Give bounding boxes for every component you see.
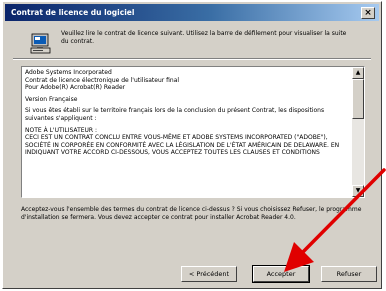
license-paragraph: Adobe Systems Incorporated Contrat de li… (25, 69, 180, 92)
previous-button[interactable]: < Précédent (181, 266, 237, 282)
acceptance-question: Acceptez-vous l'ensemble des termes du c… (21, 206, 362, 221)
scroll-up-icon[interactable]: ▲ (352, 67, 364, 79)
close-button[interactable]: × (361, 7, 375, 19)
header-separator (13, 58, 371, 60)
refuse-button[interactable]: Refuser (321, 266, 377, 282)
title-bar: Contrat de licence du logiciel × (5, 4, 379, 21)
license-scrollbar[interactable]: ▲ ▼ (352, 67, 364, 197)
accept-button[interactable]: Accepter (252, 265, 310, 283)
window-title: Contrat de licence du logiciel (11, 8, 135, 17)
license-paragraph: Si vous êtes établi sur le territoire fr… (25, 107, 325, 122)
license-paragraph: Version Française (25, 95, 78, 103)
scroll-thumb[interactable] (352, 79, 364, 119)
scroll-down-icon[interactable]: ▼ (352, 185, 364, 197)
license-text-area[interactable]: Adobe Systems Incorporated Contrat de li… (21, 66, 365, 198)
computer-setup-icon (30, 33, 51, 54)
license-text: Adobe Systems Incorporated Contrat de li… (25, 69, 348, 161)
license-dialog: Contrat de licence du logiciel × Veuille… (2, 1, 382, 289)
instruction-text: Veuillez lire le contrat de licence suiv… (61, 30, 347, 45)
license-paragraph: NOTE À L'UTILISATEUR : CECI EST UN CONTR… (25, 126, 340, 157)
